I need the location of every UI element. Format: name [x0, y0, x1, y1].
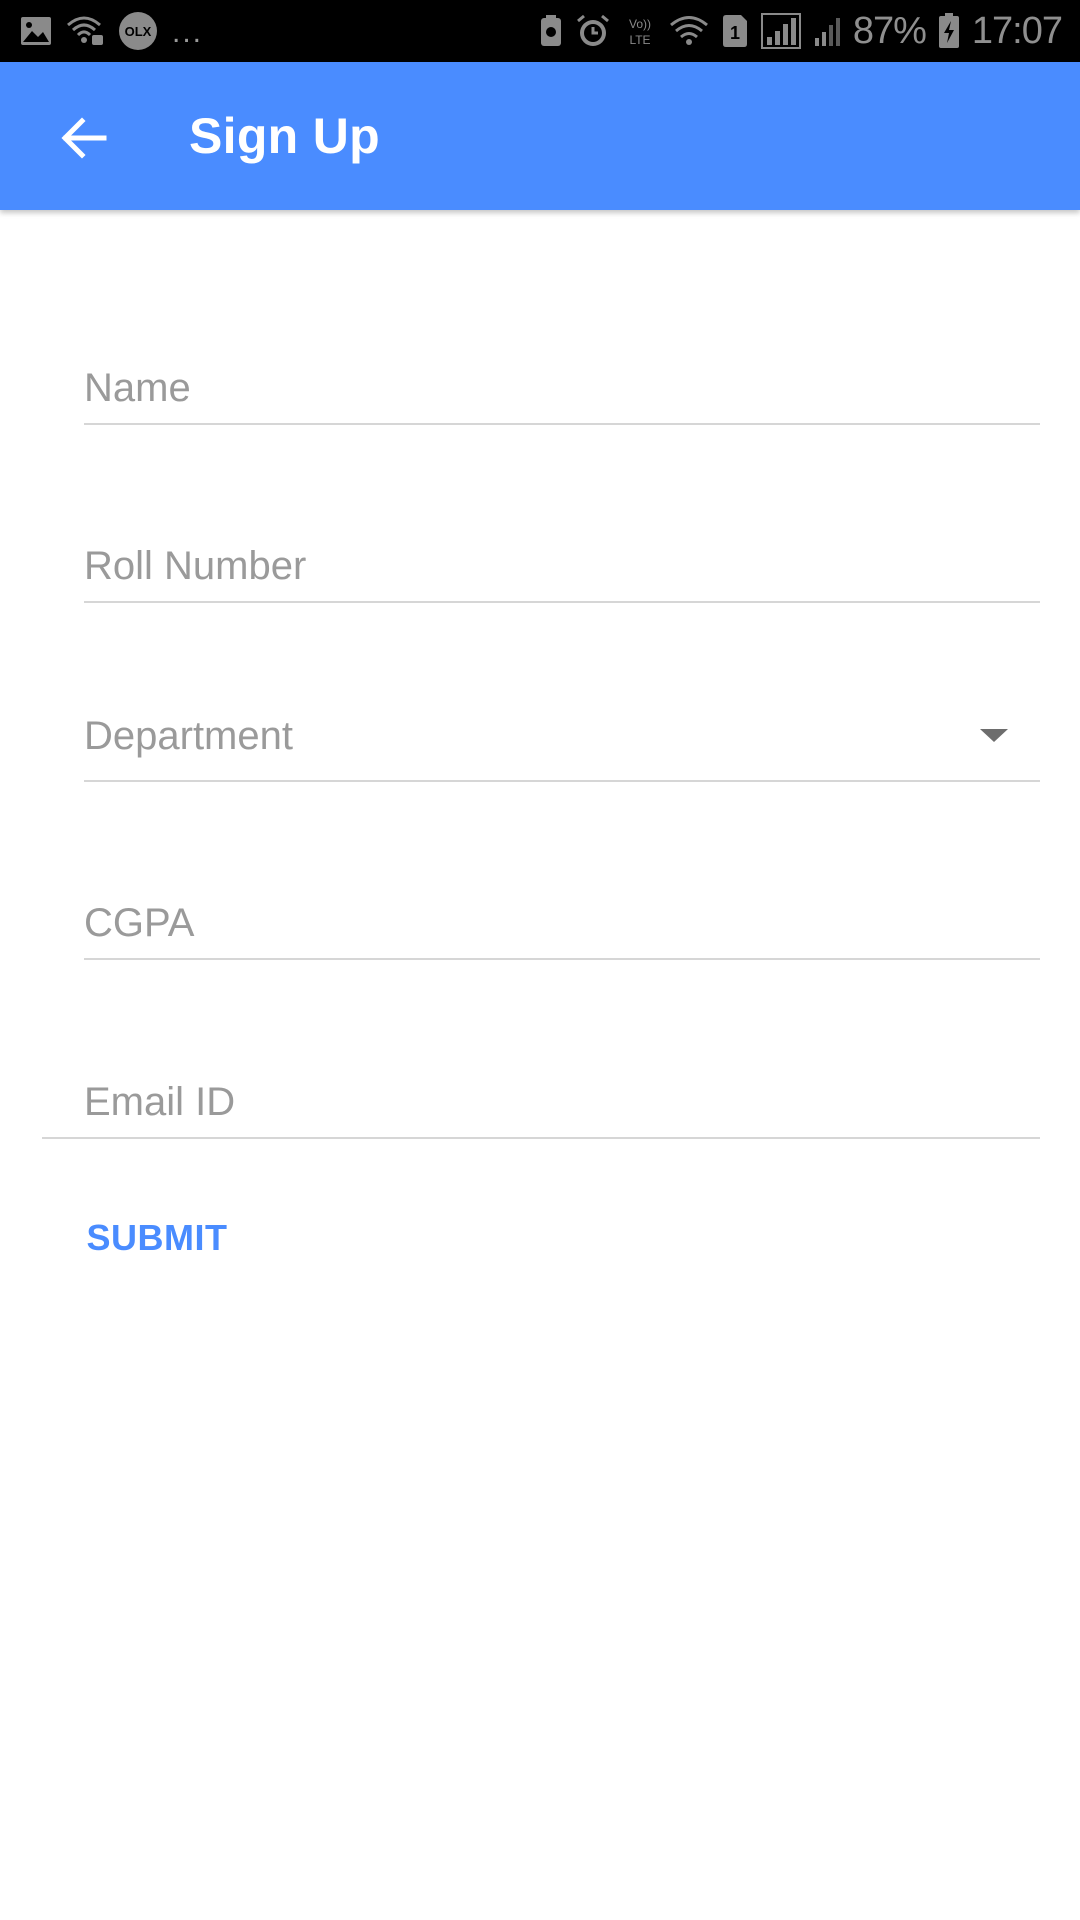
volte-icon: Vo)) LTE [629, 17, 651, 47]
battery-percentage: 87% [852, 10, 927, 52]
sim-1-icon: 1 [722, 15, 747, 47]
submit-button[interactable]: SUBMIT [72, 1202, 242, 1274]
wifi-icon [669, 16, 708, 45]
department-select-label: Department [84, 714, 293, 758]
alarm-icon [576, 14, 609, 46]
arrow-back-icon [61, 117, 107, 159]
department-select[interactable]: Department [84, 692, 1040, 782]
cgpa-input[interactable] [84, 901, 1040, 946]
roll-number-field [84, 513, 1040, 603]
email-field [42, 1049, 1040, 1139]
svg-text:LTE: LTE [629, 33, 650, 47]
signal-icon [760, 13, 801, 49]
svg-text:OLX: OLX [125, 24, 152, 39]
clock: 17:07 [971, 10, 1063, 52]
back-button[interactable] [48, 102, 120, 174]
name-input[interactable] [84, 366, 1040, 411]
roll-number-input[interactable] [84, 544, 1040, 589]
name-field [84, 335, 1040, 425]
wifi-lock-icon [67, 16, 103, 45]
svg-text:1: 1 [730, 23, 740, 43]
status-bar-left: OLX ... [20, 0, 217, 62]
email-input[interactable] [84, 1080, 1024, 1125]
gallery-icon [21, 17, 51, 45]
status-bar: OLX ... Vo)) LTE 1 87% 17:07 [0, 0, 1080, 62]
signal-2-icon [814, 18, 840, 46]
olx-icon: OLX [119, 12, 157, 50]
status-bar-right: Vo)) LTE 1 87% 17:07 [527, 0, 1063, 62]
page-title: Sign Up [189, 108, 380, 164]
overflow-dots: ... [172, 16, 204, 49]
battery-saver-icon [540, 15, 561, 46]
chevron-down-icon[interactable] [980, 729, 1008, 742]
cgpa-field [84, 870, 1040, 960]
charging-battery-icon [938, 13, 959, 48]
app-bar: Sign Up [0, 62, 1080, 210]
svg-text:Vo)): Vo)) [629, 17, 651, 31]
